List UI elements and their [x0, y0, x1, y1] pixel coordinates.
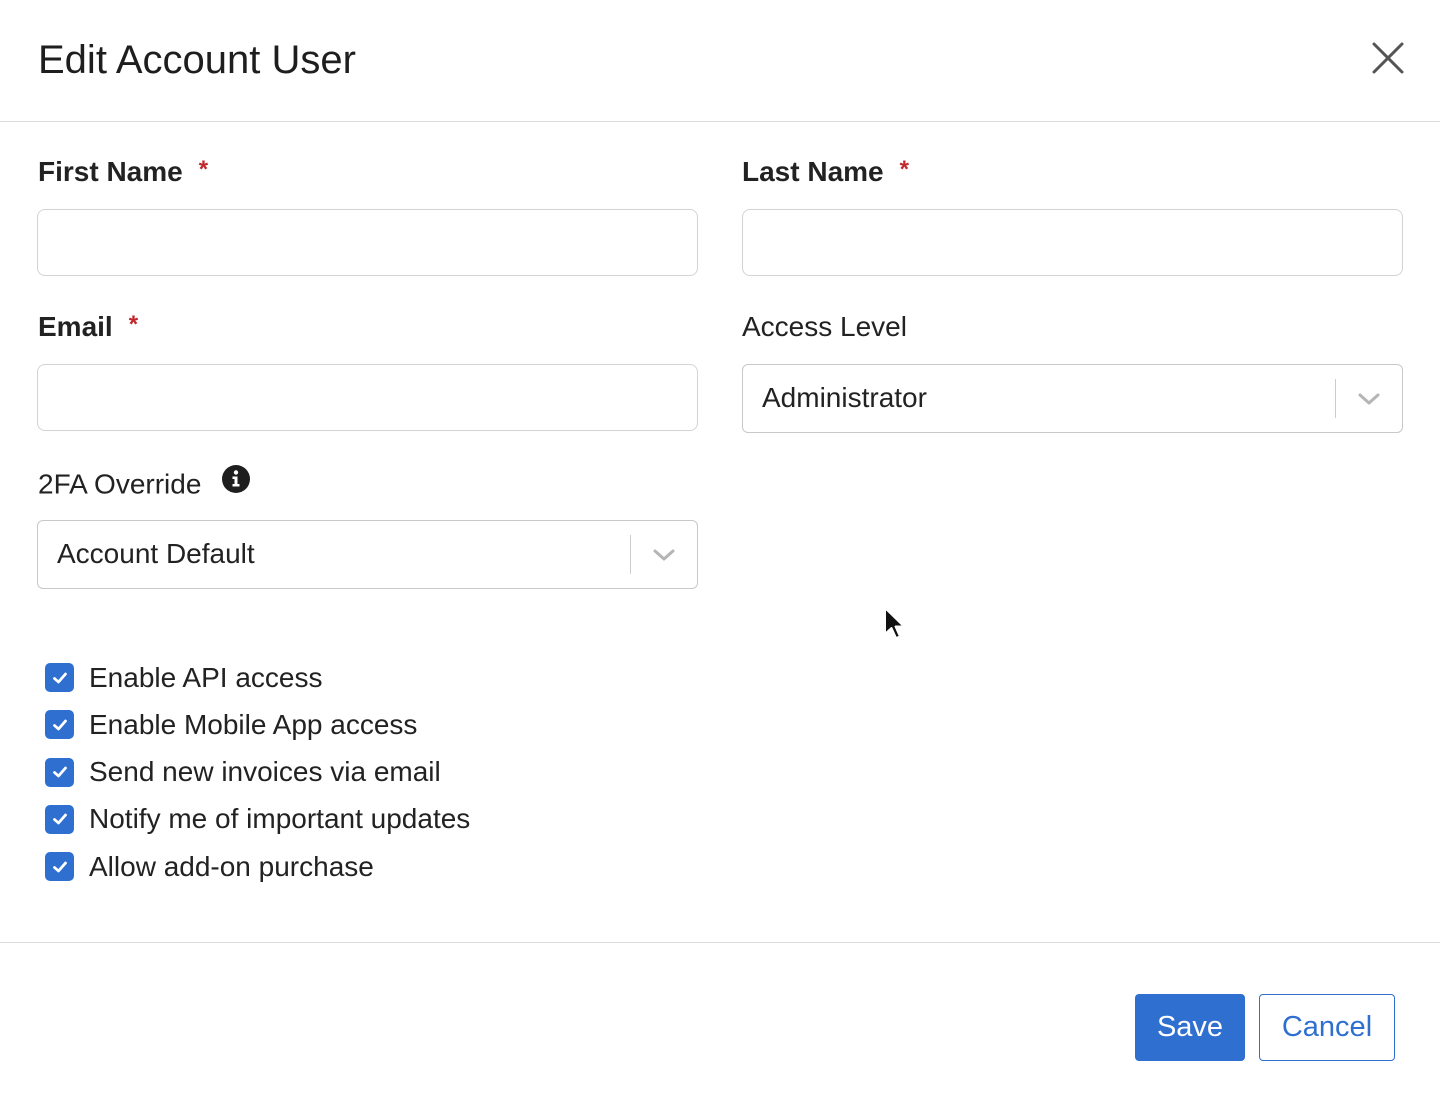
required-marker: * — [899, 156, 909, 183]
checkbox-checked[interactable] — [45, 663, 74, 693]
chevron-down-icon — [653, 549, 675, 561]
checkmark-icon — [52, 861, 67, 873]
twofa-override-value: Account Default — [57, 538, 255, 569]
twofa-override-select[interactable]: Account Default — [37, 520, 698, 589]
select-separator — [630, 535, 631, 574]
first-name-label-text: First Name — [38, 156, 183, 187]
last-name-input[interactable] — [742, 209, 1403, 276]
first-name-label: First Name * — [38, 155, 208, 191]
close-button[interactable] — [1366, 36, 1410, 80]
permissions-checkbox-list: Enable API access Enable Mobile App acce… — [45, 654, 470, 890]
checkbox-notify-updates[interactable]: Notify me of important updates — [45, 796, 470, 843]
info-icon[interactable] — [221, 464, 251, 502]
chevron-down-icon — [1358, 393, 1380, 405]
access-level-value: Administrator — [762, 382, 927, 413]
edit-account-user-dialog: Edit Account User First Name * Last Name *… — [0, 0, 1440, 1104]
access-level-label: Access Level — [742, 311, 907, 342]
email-input[interactable] — [37, 364, 698, 431]
email-label: Email * — [38, 310, 138, 346]
checkbox-label: Notify me of important updates — [89, 803, 471, 835]
checkbox-label: Enable API access — [89, 661, 323, 693]
checkbox-checked[interactable] — [45, 852, 74, 882]
last-name-label: Last Name * — [742, 155, 909, 191]
email-label-text: Email — [38, 311, 113, 342]
access-level-select[interactable]: Administrator — [742, 364, 1403, 433]
checkbox-enable-mobile-app-access[interactable]: Enable Mobile App access — [45, 701, 470, 748]
first-name-input[interactable] — [37, 209, 698, 276]
last-name-label-text: Last Name — [742, 156, 884, 187]
checkbox-label: Enable Mobile App access — [89, 708, 418, 740]
twofa-override-label-text: 2FA Override — [38, 468, 202, 500]
checkmark-icon — [52, 672, 67, 684]
dialog-title: Edit Account User — [38, 38, 356, 82]
checkbox-allow-addon-purchase[interactable]: Allow add-on purchase — [45, 843, 470, 890]
checkbox-enable-api-access[interactable]: Enable API access — [45, 654, 470, 701]
checkbox-checked[interactable] — [45, 757, 74, 787]
save-button[interactable]: Save — [1135, 994, 1245, 1061]
required-marker: * — [128, 311, 139, 338]
cancel-button[interactable]: Cancel — [1259, 994, 1395, 1061]
twofa-override-label: 2FA Override — [38, 464, 251, 505]
checkbox-checked[interactable] — [45, 710, 74, 740]
checkbox-send-invoices-email[interactable]: Send new invoices via email — [45, 749, 470, 796]
checkmark-icon — [52, 719, 67, 731]
required-marker: * — [198, 156, 209, 183]
checkmark-icon — [52, 813, 67, 825]
checkbox-checked[interactable] — [45, 804, 74, 834]
footer-divider — [0, 942, 1440, 943]
dialog-header: Edit Account User — [0, 0, 1440, 122]
checkmark-icon — [52, 766, 67, 778]
checkbox-label: Send new invoices via email — [89, 756, 441, 788]
select-separator — [1335, 379, 1336, 418]
mouse-pointer-icon — [884, 607, 905, 639]
close-icon — [1372, 42, 1404, 74]
checkbox-label: Allow add-on purchase — [89, 850, 374, 882]
